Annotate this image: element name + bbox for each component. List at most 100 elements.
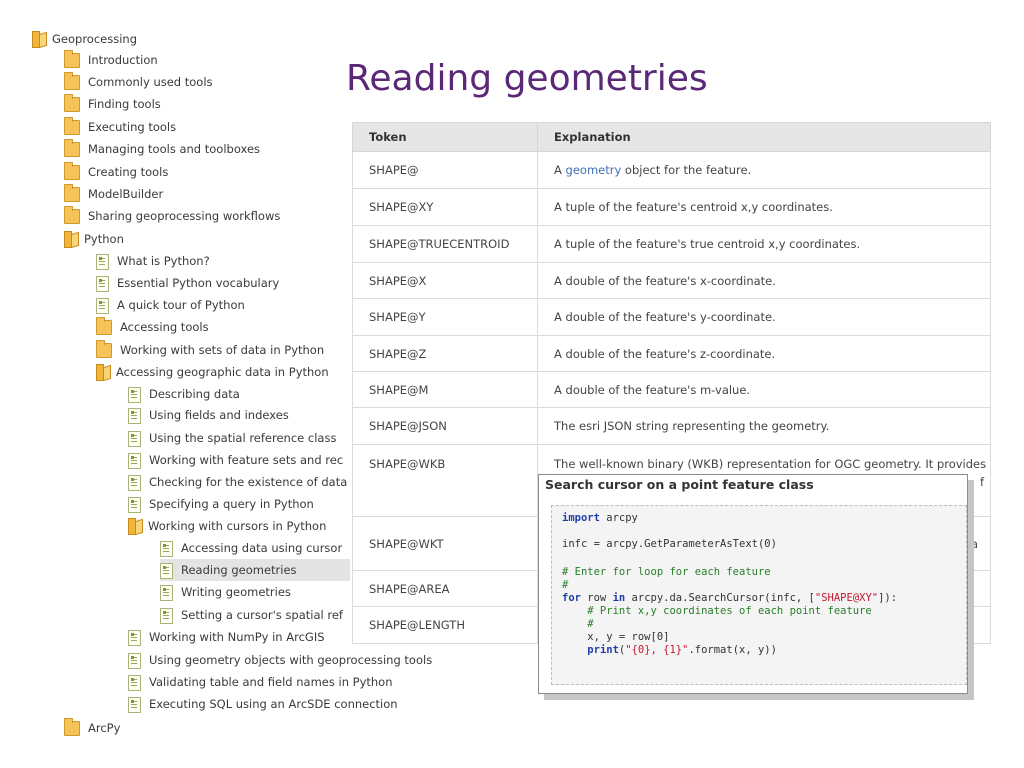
tree-item-spatial-reference[interactable]: Using the spatial reference class <box>128 427 336 449</box>
table-row: SHAPE@Z A double of the feature's z-coor… <box>352 335 991 372</box>
folder-icon <box>64 117 80 135</box>
token-cell: SHAPE@LENGTH <box>352 606 538 644</box>
folder-icon <box>64 50 80 68</box>
tree-item-arcpy[interactable]: ArcPy <box>64 717 120 739</box>
token-cell: SHAPE@JSON <box>352 407 538 445</box>
tree-item-executing-sql[interactable]: Executing SQL using an ArcSDE connection <box>128 693 398 715</box>
tree-item-sharing-workflows[interactable]: Sharing geoprocessing workflows <box>64 205 280 227</box>
folder-open-icon <box>96 364 104 381</box>
geometry-link[interactable]: geometry <box>566 163 622 177</box>
tree-item-managing-tools[interactable]: Managing tools and toolboxes <box>64 138 260 160</box>
folder-icon <box>96 340 112 358</box>
tree-item-geoprocessing[interactable]: Geoprocessing <box>32 28 137 50</box>
tree-item-numpy[interactable]: Working with NumPy in ArcGIS <box>128 626 325 648</box>
tree-item-commonly-used-tools[interactable]: Commonly used tools <box>64 71 213 93</box>
tree-item-what-is-python[interactable]: What is Python? <box>96 250 210 272</box>
code-line: print("{0}, {1}".format(x, y)) <box>587 644 777 656</box>
document-icon <box>128 629 141 646</box>
document-icon <box>160 540 173 557</box>
page-title: Reading geometries <box>346 58 708 99</box>
folder-icon <box>64 139 80 157</box>
tree-item-introduction[interactable]: Introduction <box>64 49 158 71</box>
tree-item-cursor-spatial-ref[interactable]: Setting a cursor's spatial ref <box>160 604 343 626</box>
code-comment: # <box>562 579 569 591</box>
code-comment: # Enter for loop for each feature <box>562 566 771 578</box>
table-row: SHAPE@M A double of the feature's m-valu… <box>352 371 991 408</box>
token-cell: SHAPE@M <box>352 371 538 408</box>
document-icon <box>128 386 141 403</box>
document-icon <box>128 452 141 469</box>
tree-item-writing-geometries[interactable]: Writing geometries <box>160 581 291 603</box>
tree-item-python-vocabulary[interactable]: Essential Python vocabulary <box>96 272 279 294</box>
tree-item-reading-geometries[interactable]: Reading geometries <box>160 559 350 581</box>
table-row: SHAPE@TRUECENTROID A tuple of the featur… <box>352 225 991 263</box>
tree-item-validating-names[interactable]: Validating table and field names in Pyth… <box>128 671 393 693</box>
table-row: SHAPE@X A double of the feature's x-coor… <box>352 262 991 299</box>
tree-item-describing-data[interactable]: Describing data <box>128 383 240 405</box>
explanation-cell: A double of the feature's y-coordinate. <box>537 298 991 336</box>
document-icon <box>96 297 109 314</box>
tree-item-quick-tour[interactable]: A quick tour of Python <box>96 294 245 316</box>
code-line: import arcpy <box>562 512 638 524</box>
table-row: SHAPE@JSON The esri JSON string represen… <box>352 407 991 445</box>
tree-item-executing-tools[interactable]: Executing tools <box>64 116 176 138</box>
tree-item-existence-of-data[interactable]: Checking for the existence of data <box>128 471 347 493</box>
document-icon <box>128 696 141 713</box>
tree-item-accessing-data-cursor[interactable]: Accessing data using cursor <box>160 537 342 559</box>
document-icon <box>96 253 109 270</box>
code-comment: # <box>562 618 594 630</box>
token-cell: SHAPE@AREA <box>352 570 538 607</box>
tree-item-finding-tools[interactable]: Finding tools <box>64 93 161 115</box>
tree-item-creating-tools[interactable]: Creating tools <box>64 161 168 183</box>
document-icon <box>160 562 173 579</box>
explanation-cell: A double of the feature's m-value. <box>537 371 991 408</box>
tree-item-geographic-data[interactable]: Accessing geographic data in Python <box>96 361 329 383</box>
folder-icon <box>64 718 80 736</box>
code-line: x, y = row[0] <box>562 631 670 643</box>
folder-icon <box>64 184 80 202</box>
explanation-cell: The esri JSON string representing the ge… <box>537 407 991 445</box>
token-cell: SHAPE@X <box>352 262 538 299</box>
code-comment: # Print x,y coordinates of each point fe… <box>562 605 872 617</box>
column-header-explanation: Explanation <box>537 122 991 152</box>
tree-item-fields-indexes[interactable]: Using fields and indexes <box>128 404 289 426</box>
folder-open-icon <box>32 31 40 48</box>
explanation-cell: A tuple of the feature's true centroid x… <box>537 225 991 263</box>
explanation-cell: A double of the feature's x-coordinate. <box>537 262 991 299</box>
explanation-cell: A geometry object for the feature. <box>537 151 991 189</box>
document-icon <box>96 275 109 292</box>
popup-title: Search cursor on a point feature class <box>545 477 814 492</box>
explanation-cell: A double of the feature's z-coordinate. <box>537 335 991 372</box>
tree-item-sets-of-data[interactable]: Working with sets of data in Python <box>96 339 324 361</box>
tree-item-feature-sets[interactable]: Working with feature sets and rec <box>128 449 343 471</box>
document-icon <box>128 474 141 491</box>
folder-open-icon <box>128 518 136 535</box>
document-icon <box>128 652 141 669</box>
document-icon <box>160 584 173 601</box>
token-cell: SHAPE@Z <box>352 335 538 372</box>
folder-icon <box>64 94 80 112</box>
tree-item-accessing-tools[interactable]: Accessing tools <box>96 316 209 338</box>
table-row: SHAPE@ A geometry object for the feature… <box>352 151 991 189</box>
folder-icon <box>64 72 80 90</box>
tree-item-cursors[interactable]: Working with cursors in Python <box>128 515 326 537</box>
tree-item-python[interactable]: Python <box>64 228 124 250</box>
token-cell: SHAPE@XY <box>352 188 538 226</box>
folder-open-icon <box>64 231 72 248</box>
folder-icon <box>96 317 112 335</box>
folder-icon <box>64 162 80 180</box>
code-block: import arcpy infc = arcpy.GetParameterAs… <box>551 505 967 685</box>
tree-item-specifying-query[interactable]: Specifying a query in Python <box>128 493 314 515</box>
token-cell: SHAPE@WKB <box>352 444 538 517</box>
table-header-row: Token Explanation <box>352 122 991 152</box>
document-icon <box>160 607 173 624</box>
token-cell: SHAPE@ <box>352 151 538 189</box>
tree-item-modelbuilder[interactable]: ModelBuilder <box>64 183 163 205</box>
token-cell: SHAPE@WKT <box>352 516 538 571</box>
tree-item-geometry-objects[interactable]: Using geometry objects with geoprocessin… <box>128 649 432 671</box>
table-row: SHAPE@XY A tuple of the feature's centro… <box>352 188 991 226</box>
folder-icon <box>64 206 80 224</box>
document-icon <box>128 430 141 447</box>
token-cell: SHAPE@Y <box>352 298 538 336</box>
column-header-token: Token <box>352 122 538 152</box>
